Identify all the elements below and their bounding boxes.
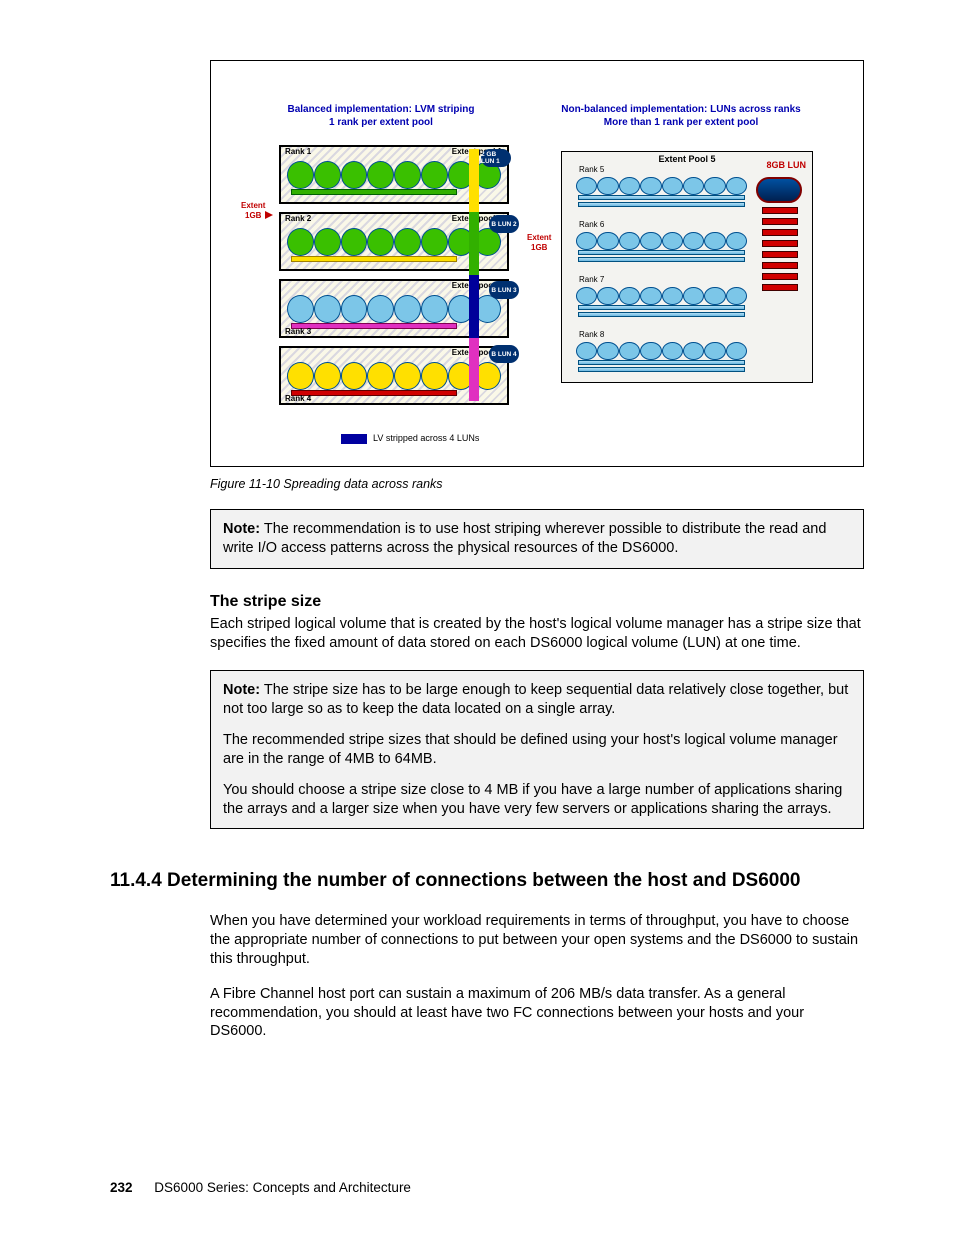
lun-badge-3: B LUN 3 (489, 281, 519, 299)
note2-p3: You should choose a stripe size close to… (223, 781, 851, 819)
rank4-label: Rank 4 (285, 394, 311, 403)
rank7: Rank 7 (574, 277, 749, 323)
note-label: Note: (223, 521, 260, 537)
footer-title: DS6000 Series: Concepts and Architecture (154, 1180, 411, 1195)
arrow-icon (265, 211, 273, 219)
extent-label-left: Extent 1GB (241, 201, 265, 221)
right-panel: Extent Pool 5 8GB LUN Rank 5 Rank 6 Rank… (561, 151, 813, 383)
rank8-label: Rank 8 (579, 330, 604, 339)
note1-text: The recommendation is to use host stripi… (223, 521, 826, 556)
page: Balanced implementation: LVM striping 1 … (0, 0, 954, 1235)
section-heading: 11.4.4 Determining the number of connect… (110, 869, 864, 894)
note2-p2: The recommended stripe sizes that should… (223, 731, 851, 769)
rank8: Rank 8 (574, 332, 749, 378)
fig-right-line2: More than 1 rank per extent pool (604, 117, 758, 128)
lv-caption: LV stripped across 4 LUNs (341, 433, 479, 444)
big-lun-icon (756, 177, 802, 203)
rank6: Rank 6 (574, 222, 749, 268)
note2-p1: The stripe size has to be large enough t… (223, 682, 848, 717)
lv-caption-text: LV stripped across 4 LUNs (373, 433, 479, 443)
lun-badge-4: B LUN 4 (489, 345, 519, 363)
rank5-label: Rank 5 (579, 165, 604, 174)
extent-word-r: Extent (527, 233, 551, 242)
rank6-label: Rank 6 (579, 220, 604, 229)
extent-label-right: Extent 1GB (527, 233, 551, 253)
fig-left-line2: 1 rank per extent pool (329, 117, 433, 128)
extent-size-r: 1GB (531, 243, 547, 252)
vstrip (469, 149, 479, 401)
rank2-label: Rank 2 (285, 214, 311, 223)
fig-right-line1: Non-balanced implementation: LUNs across… (561, 104, 801, 115)
page-number: 232 (110, 1180, 133, 1195)
note-box-2: Note: The stripe size has to be large en… (210, 670, 864, 829)
rank5: Rank 5 (574, 167, 749, 213)
fig-left-line1: Balanced implementation: LVM striping (287, 104, 474, 115)
extent-size: 1GB (245, 211, 261, 220)
figure-box: Balanced implementation: LVM striping 1 … (210, 60, 864, 467)
red-stack (762, 207, 798, 295)
extent-word: Extent (241, 201, 265, 210)
big-lun-label: 8GB LUN (766, 160, 806, 170)
figure-header-right: Non-balanced implementation: LUNs across… (541, 103, 821, 129)
section-p2: A Fibre Channel host port can sustain a … (210, 985, 864, 1042)
rank1-label: Rank 1 (285, 147, 311, 156)
rank7-label: Rank 7 (579, 275, 604, 284)
lun-badge-2: B LUN 2 (489, 215, 519, 233)
note-label-2: Note: (223, 682, 260, 698)
stripe-size-body: Each striped logical volume that is crea… (210, 615, 864, 653)
lv-swatch-icon (341, 434, 367, 444)
lun-badge-1: 2 GB LUN 1 (481, 149, 511, 167)
section-p1: When you have determined your workload r… (210, 912, 864, 969)
page-footer: 232 DS6000 Series: Concepts and Architec… (110, 1180, 411, 1195)
figure-caption: Figure 11-10 Spreading data across ranks (210, 477, 864, 491)
rank3-label: Rank 3 (285, 327, 311, 336)
figure-header-left: Balanced implementation: LVM striping 1 … (271, 103, 491, 129)
stripe-size-heading: The stripe size (210, 593, 864, 611)
note-box-1: Note: The recommendation is to use host … (210, 509, 864, 569)
